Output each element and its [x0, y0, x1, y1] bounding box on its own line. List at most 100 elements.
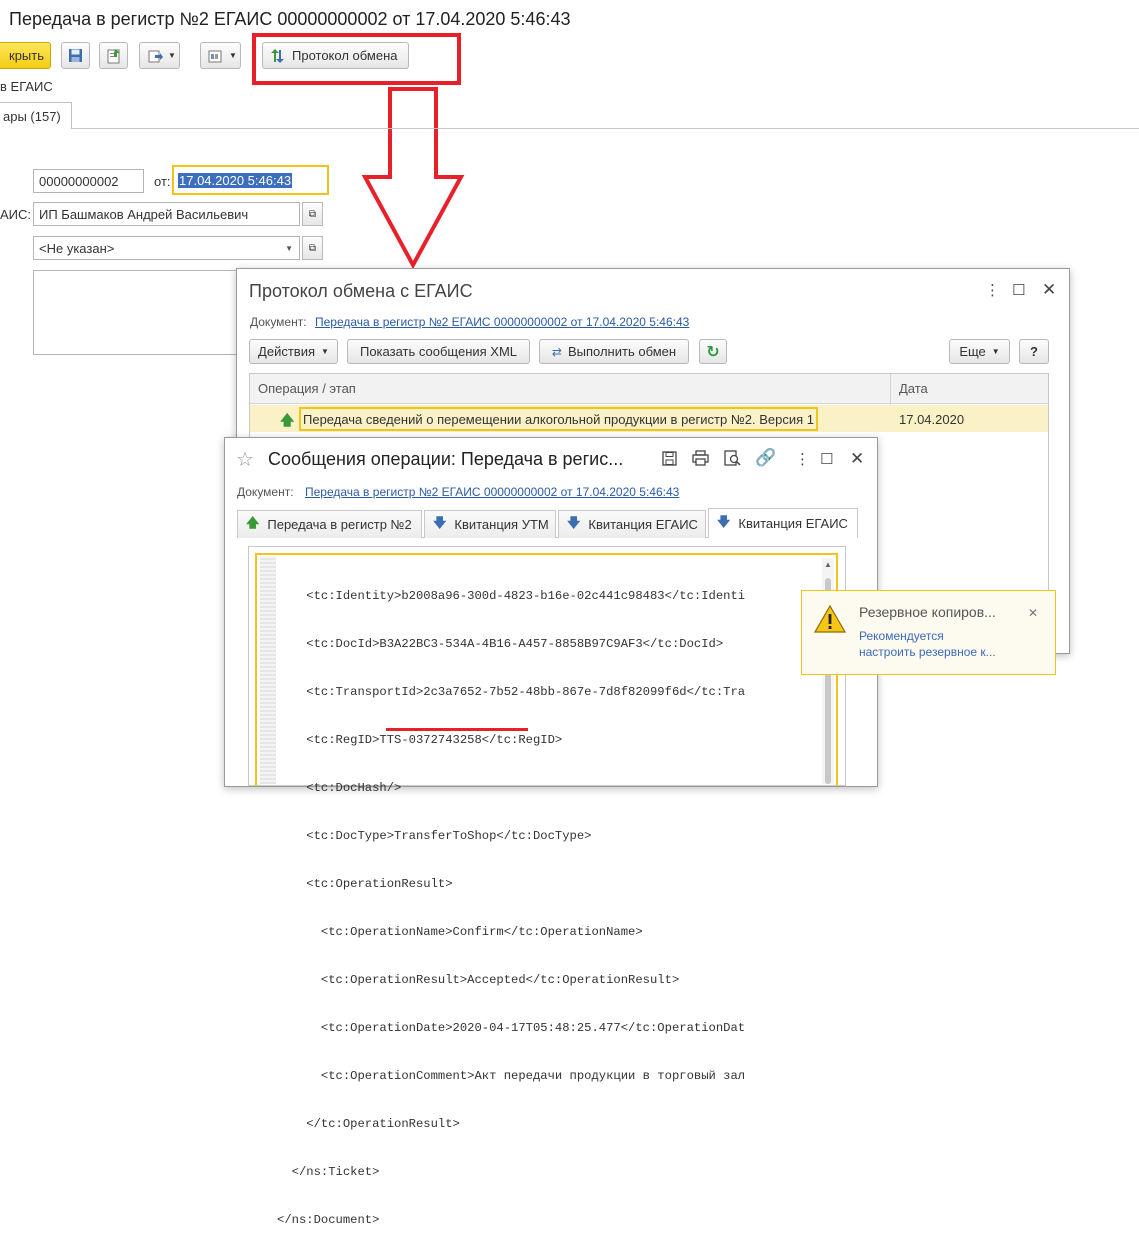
chevron-down-icon: ▼	[991, 347, 1000, 356]
document-number-value: 00000000002	[39, 173, 119, 189]
document-number-field[interactable]: 00000000002	[33, 169, 144, 193]
create-based-on-button[interactable]: ▼	[139, 42, 180, 69]
page-title: Передача в регистр №2 ЕГАИС 00000000002 …	[9, 9, 571, 29]
preview-icon[interactable]	[724, 450, 741, 469]
post-and-close-label: крыть	[9, 48, 44, 63]
organization-value: ИП Башмаков Андрей Васильевич	[39, 206, 249, 222]
more-menu-icon[interactable]: ⋮	[795, 450, 810, 468]
notification-line1[interactable]: Рекомендуется	[859, 629, 944, 643]
save-button[interactable]	[61, 42, 90, 69]
protocol-doc-label: Документ:	[250, 315, 307, 329]
show-xml-label: Показать сообщения XML	[359, 344, 518, 359]
arrow-down-icon: 🡇	[567, 514, 581, 530]
chevron-down-icon: ▼	[321, 347, 329, 356]
help-label: ?	[1030, 344, 1038, 359]
open-window-icon: ⧉	[308, 242, 317, 254]
tabs-bar	[0, 128, 1139, 129]
more-label: Еще	[959, 344, 986, 359]
tab-egais-receipt-1[interactable]: 🡇 Квитанция ЕГАИС	[558, 510, 706, 538]
tab-goods-label: ары (157)	[3, 108, 61, 124]
save-icon[interactable]	[662, 451, 677, 469]
tab-transfer-register[interactable]: 🡅 Передача в регистр №2	[237, 510, 422, 538]
tab-goods[interactable]: ары (157)	[0, 102, 72, 129]
row-operation-cell[interactable]: Передача сведений о перемещении алкоголь…	[299, 407, 818, 431]
post-and-close-button[interactable]: крыть	[0, 42, 51, 69]
chevron-down-icon: ▼	[229, 51, 237, 60]
maximize-icon[interactable]: ☐	[820, 450, 833, 468]
xml-line: <tc:OperationResult>Accepted</tc:Operati…	[277, 973, 680, 987]
help-button[interactable]: ?	[1019, 339, 1049, 364]
exchange-icon: ⇄	[551, 344, 562, 359]
xml-line: <tc:OperationName>Confirm</tc:OperationN…	[277, 925, 643, 939]
more-menu-icon[interactable]: ⋮	[985, 281, 1000, 299]
row-date-cell: 17.04.2020	[899, 412, 965, 427]
notification-line2[interactable]: настроить резервное к...	[859, 645, 996, 659]
xml-line: <tc:DocType>TransferToShop</tc:DocType>	[277, 829, 592, 843]
show-xml-button[interactable]: Показать сообщения XML	[347, 339, 530, 364]
arrow-up-icon: 🡅	[246, 514, 260, 530]
open-window-icon: ⧉	[308, 208, 317, 220]
print-icon[interactable]	[692, 450, 709, 469]
tab-egais-1-label: Квитанция ЕГАИС	[588, 517, 698, 532]
protocol-doc-link[interactable]: Передача в регистр №2 ЕГАИС 00000000002 …	[315, 315, 689, 329]
warning-icon	[813, 604, 847, 637]
notification-close-icon[interactable]: ✕	[1028, 606, 1038, 620]
column-header-operation[interactable]: Операция / этап	[258, 381, 356, 396]
xml-line: <tc:Identity>b2008a96-300d-4823-b16e-02c…	[277, 589, 746, 603]
xml-line: <tc:OperationResult>	[277, 877, 453, 891]
tab-egais-receipt-2[interactable]: 🡇 Квитанция ЕГАИС	[708, 508, 858, 538]
organization-open-button[interactable]: ⧉	[302, 202, 323, 226]
organization-field[interactable]: ИП Башмаков Андрей Васильевич	[33, 202, 300, 226]
arrow-down-icon: 🡇	[717, 513, 731, 529]
second-select-field[interactable]: <Не указан> ▼	[33, 236, 300, 260]
row-operation-text: Передача сведений о перемещении алкоголь…	[303, 411, 814, 427]
close-icon[interactable]: ✕	[1042, 280, 1056, 300]
favorite-star-icon[interactable]: ☆	[236, 447, 254, 472]
second-select-value: <Не указан>	[39, 240, 115, 256]
notification-title: Резервное копиров...	[859, 604, 996, 620]
messages-doc-link[interactable]: Передача в регистр №2 ЕГАИС 00000000002 …	[305, 485, 679, 499]
column-header-date[interactable]: Дата	[899, 381, 928, 396]
chevron-down-icon: ▼	[168, 51, 176, 60]
tab-egais-2-label: Квитанция ЕГАИС	[738, 516, 848, 531]
document-date-value: 17.04.2020 5:46:43	[178, 172, 293, 188]
close-icon[interactable]: ✕	[850, 449, 864, 469]
organization-label: АИС:	[0, 207, 32, 222]
actions-label: Действия	[258, 344, 316, 359]
egais-link[interactable]: в ЕГАИС	[0, 79, 53, 94]
post-document-icon	[107, 48, 120, 63]
table-header	[250, 374, 1048, 404]
date-label: от:	[154, 174, 171, 189]
print-button[interactable]: ▼	[200, 42, 241, 69]
more-button[interactable]: Еще ▼	[949, 339, 1010, 364]
tab-utm-receipt[interactable]: 🡇 Квитанция УТМ	[424, 510, 556, 538]
create-based-icon	[148, 50, 163, 62]
run-exchange-button[interactable]: ⇄ Выполнить обмен	[539, 339, 689, 364]
tab-transfer-label: Передача в регистр №2	[267, 517, 412, 532]
scroll-up-icon[interactable]: ▲	[824, 560, 832, 569]
actions-button[interactable]: Действия ▼	[249, 339, 338, 364]
post-button[interactable]	[99, 42, 128, 69]
xml-line: <tc:DocId>B3A22BC3-534A-4B16-A457-8858B9…	[277, 637, 724, 651]
messages-doc-label: Документ:	[237, 485, 294, 499]
xml-line: <tc:OperationComment>Акт передачи продук…	[277, 1069, 746, 1083]
run-exchange-label: Выполнить обмен	[567, 344, 677, 359]
refresh-button[interactable]: ↻	[699, 339, 727, 364]
chevron-down-icon: ▼	[285, 243, 293, 253]
xml-gutter	[260, 556, 276, 784]
print-icon	[208, 50, 222, 62]
annotation-highlight-box	[252, 33, 461, 85]
xml-line: </ns:Document>	[277, 1213, 380, 1227]
xml-line: <tc:RegID>TTS-0372743258</tc:RegID>	[277, 733, 563, 747]
document-date-field[interactable]: 17.04.2020 5:46:43	[172, 165, 329, 195]
messages-window-title: Сообщения операции: Передача в регис...	[268, 449, 624, 469]
xml-line: </tc:OperationResult>	[277, 1117, 460, 1131]
link-icon[interactable]: 🔗	[755, 448, 776, 468]
maximize-icon[interactable]: ☐	[1012, 281, 1025, 299]
arrow-down-icon: 🡇	[433, 514, 447, 530]
tab-utm-label: Квитанция УТМ	[454, 517, 549, 532]
xml-content: <tc:Identity>b2008a96-300d-4823-b16e-02c…	[277, 556, 745, 1244]
second-open-button[interactable]: ⧉	[302, 236, 323, 260]
arrow-up-icon: 🡅	[280, 412, 295, 428]
xml-line: </ns:Ticket>	[277, 1165, 380, 1179]
